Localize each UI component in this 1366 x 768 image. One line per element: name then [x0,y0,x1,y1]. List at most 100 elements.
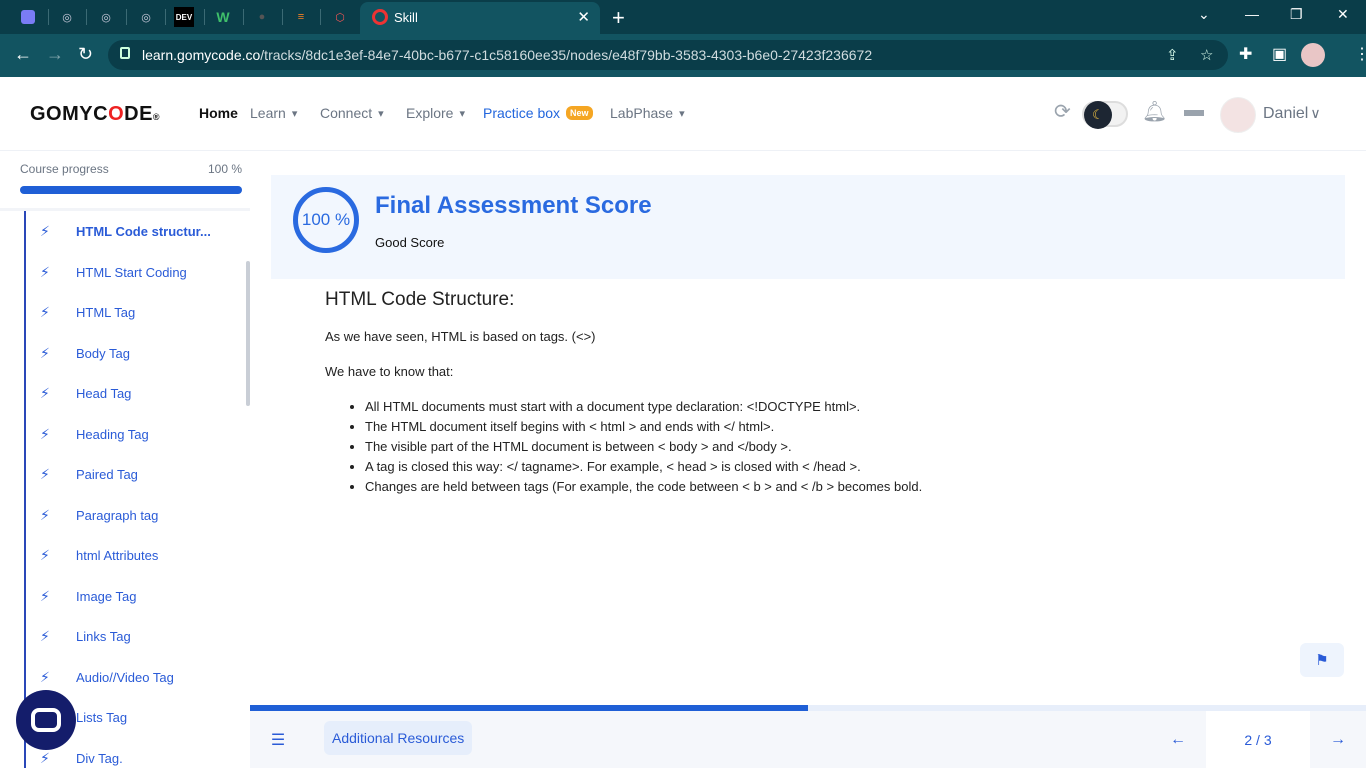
course-progress-value: 100 % [207,162,242,176]
bolt-icon: ⚡︎ [40,547,50,563]
lesson-bullets: All HTML documents must start with a doc… [325,399,1325,494]
nav-home[interactable]: Home [199,105,238,121]
score-card: 100 % Final Assessment Score Good Score [271,175,1345,279]
lesson-intro: As we have seen, HTML is based on tags. … [325,329,596,344]
sidebar-item[interactable]: ⚡︎ Paired Tag [26,454,246,494]
nav-labphase[interactable]: LabPhase ▾ [610,105,685,121]
sidebar-item-label: Head Tag [76,386,132,401]
sidebar-item-label: Audio//Video Tag [76,669,174,685]
bell-icon[interactable]: 🔔︎ [1142,99,1167,124]
prev-page-button[interactable]: ← [1150,711,1206,768]
course-sidebar: Course progress 100 % ⚡︎ HTML Code struct… [0,151,250,768]
globe-tab-icon[interactable]: ◎ [96,7,116,27]
nav-explore[interactable]: Explore ▾ [406,105,465,121]
side-panel-icon[interactable]: ▣ [1272,44,1287,64]
sidebar-item[interactable]: ⚡︎ HTML Tag [26,292,246,332]
lesson-content: 100 % Final Assessment Score Good Score … [250,151,1366,705]
chat-icon [31,708,61,732]
github-tab-icon[interactable]: ● [252,7,272,27]
outline-list-icon[interactable]: ☰ [250,711,306,768]
bookmark-star-icon[interactable]: ☆ [1200,46,1213,64]
browser-app-icon[interactable] [18,7,38,27]
browser-tab-strip: ◎ ◎ ◎ DEV W ● ≡ ⬡ Skill ✕ + ⌄ — ❐ ✕ [0,0,1366,34]
forward-icon[interactable]: → [46,44,64,65]
sidebar-item[interactable]: ⚡︎ HTML Start Coding [26,252,246,292]
tab-search-icon[interactable]: ⌄ [1198,6,1210,23]
bolt-icon: ⚡︎ [40,344,50,361]
chat-support-button[interactable] [16,690,76,750]
sidebar-item[interactable]: ⚡︎ Heading Tag [26,414,246,454]
lesson-footer: ☰ Additional Resources ← 2 / 3 → [250,711,1366,768]
extensions-icon[interactable]: ✚ [1239,44,1252,64]
bolt-icon: ⚡︎ [40,587,50,604]
url-text: learn.gomycode.co/tracks/8dc1e3ef-84e7-4… [142,47,873,63]
sidebar-item[interactable]: ⚡︎ HTML Code structur... [26,211,246,251]
globe-tab-icon[interactable]: ◎ [136,7,156,27]
additional-resources-button[interactable]: Additional Resources [324,721,473,755]
score-subtitle: Good Score [375,235,445,250]
restore-icon[interactable]: ❐ [1290,6,1303,23]
sidebar-item-label: Image Tag [76,588,137,604]
back-icon[interactable]: ← [14,44,32,65]
next-page-button[interactable]: → [1310,711,1366,768]
sidebar-item-label: Links Tag [76,629,131,644]
moon-icon: ☾ [1084,101,1112,129]
bolt-icon: ⚡︎ [40,506,50,523]
score-ring: 100 % [293,187,359,253]
page-indicator: 2 / 3 [1206,711,1310,768]
sync-icon[interactable]: ⟳ [1054,99,1071,124]
sidebar-item[interactable]: ⚡︎ Links Tag [26,616,246,656]
bolt-icon: ⚡︎ [40,304,50,320]
sidebar-item-label: Lists Tag [76,710,128,725]
w-tab-icon[interactable]: W [213,7,233,27]
avatar[interactable] [1220,97,1256,133]
dev-tab-icon[interactable]: DEV [174,7,194,27]
active-browser-tab[interactable]: Skill ✕ [360,2,600,34]
sidebar-item-label: HTML Code structur... [76,224,211,239]
reload-icon[interactable]: ↻ [78,44,93,65]
nav-connect[interactable]: Connect ▾ [320,105,384,121]
chevron-down-icon: ▾ [679,107,685,120]
gomycode-tab-icon[interactable]: ⬡ [330,7,350,27]
bolt-icon: ⚡︎ [40,263,50,280]
score-title: Final Assessment Score [375,192,652,219]
lesson-body: HTML Code Structure: As we have seen, HT… [325,289,1325,499]
sidebar-item[interactable]: ⚡︎ Head Tag [26,373,246,413]
address-bar[interactable]: learn.gomycode.co/tracks/8dc1e3ef-84e7-4… [108,40,1228,70]
chevron-down-icon: ∨ [1310,105,1321,121]
list-item: A tag is closed this way: </ tagname>. F… [365,459,1325,474]
globe-tab-icon[interactable]: ◎ [57,7,77,27]
lesson-list: ⚡︎ HTML Code structur... ⚡︎ HTML Start Codi… [24,211,248,768]
course-progress-label: Course progress [20,162,109,176]
new-tab-button[interactable]: + [612,5,625,31]
sidebar-item[interactable]: ⚡︎ Image Tag [26,576,246,616]
messages-icon[interactable]: ▬ [1184,99,1204,122]
minimize-icon[interactable]: — [1245,6,1259,22]
report-flag-button[interactable]: ⚑ [1300,643,1344,677]
browser-profile-avatar[interactable] [1301,43,1325,67]
list-item: All HTML documents must start with a doc… [365,399,1325,414]
user-menu[interactable]: Daniel ∨ [1263,105,1321,123]
sidebar-item-label: Paragraph tag [76,507,159,523]
sidebar-item[interactable]: ⚡︎ html Attributes [26,535,246,575]
chevron-down-icon: ▾ [291,107,298,120]
close-tab-icon[interactable]: ✕ [577,8,590,26]
gomycode-logo[interactable]: GOMYCODE® [30,103,160,126]
dark-mode-toggle[interactable]: ☾ [1082,101,1128,129]
sidebar-item[interactable]: ⚡︎ Paragraph tag [26,495,246,535]
list-item: Changes are held between tags (For examp… [365,479,1325,494]
bolt-icon: ⚡︎ [40,385,50,401]
sidebar-item[interactable]: ⚡︎ Audio//Video Tag [26,657,246,697]
window-close-icon[interactable]: ✕ [1337,6,1349,23]
share-icon[interactable]: ⇪ [1166,46,1179,64]
lesson-heading: HTML Code Structure: [325,289,515,310]
app-header: GOMYCODE® Home Learn ▾ Connect ▾ Explore ▾ … [0,77,1366,151]
browser-menu-icon[interactable]: ⋮ [1354,44,1366,64]
sidebar-item[interactable]: ⚡︎ Body Tag [26,333,246,373]
nav-practice-box[interactable]: Practice box New [483,105,593,121]
stackoverflow-tab-icon[interactable]: ≡ [291,7,311,27]
sidebar-item-label: Heading Tag [76,426,149,442]
new-badge: New [566,106,593,120]
nav-learn[interactable]: Learn ▾ [250,105,297,121]
sidebar-item-label: HTML Tag [76,305,136,320]
